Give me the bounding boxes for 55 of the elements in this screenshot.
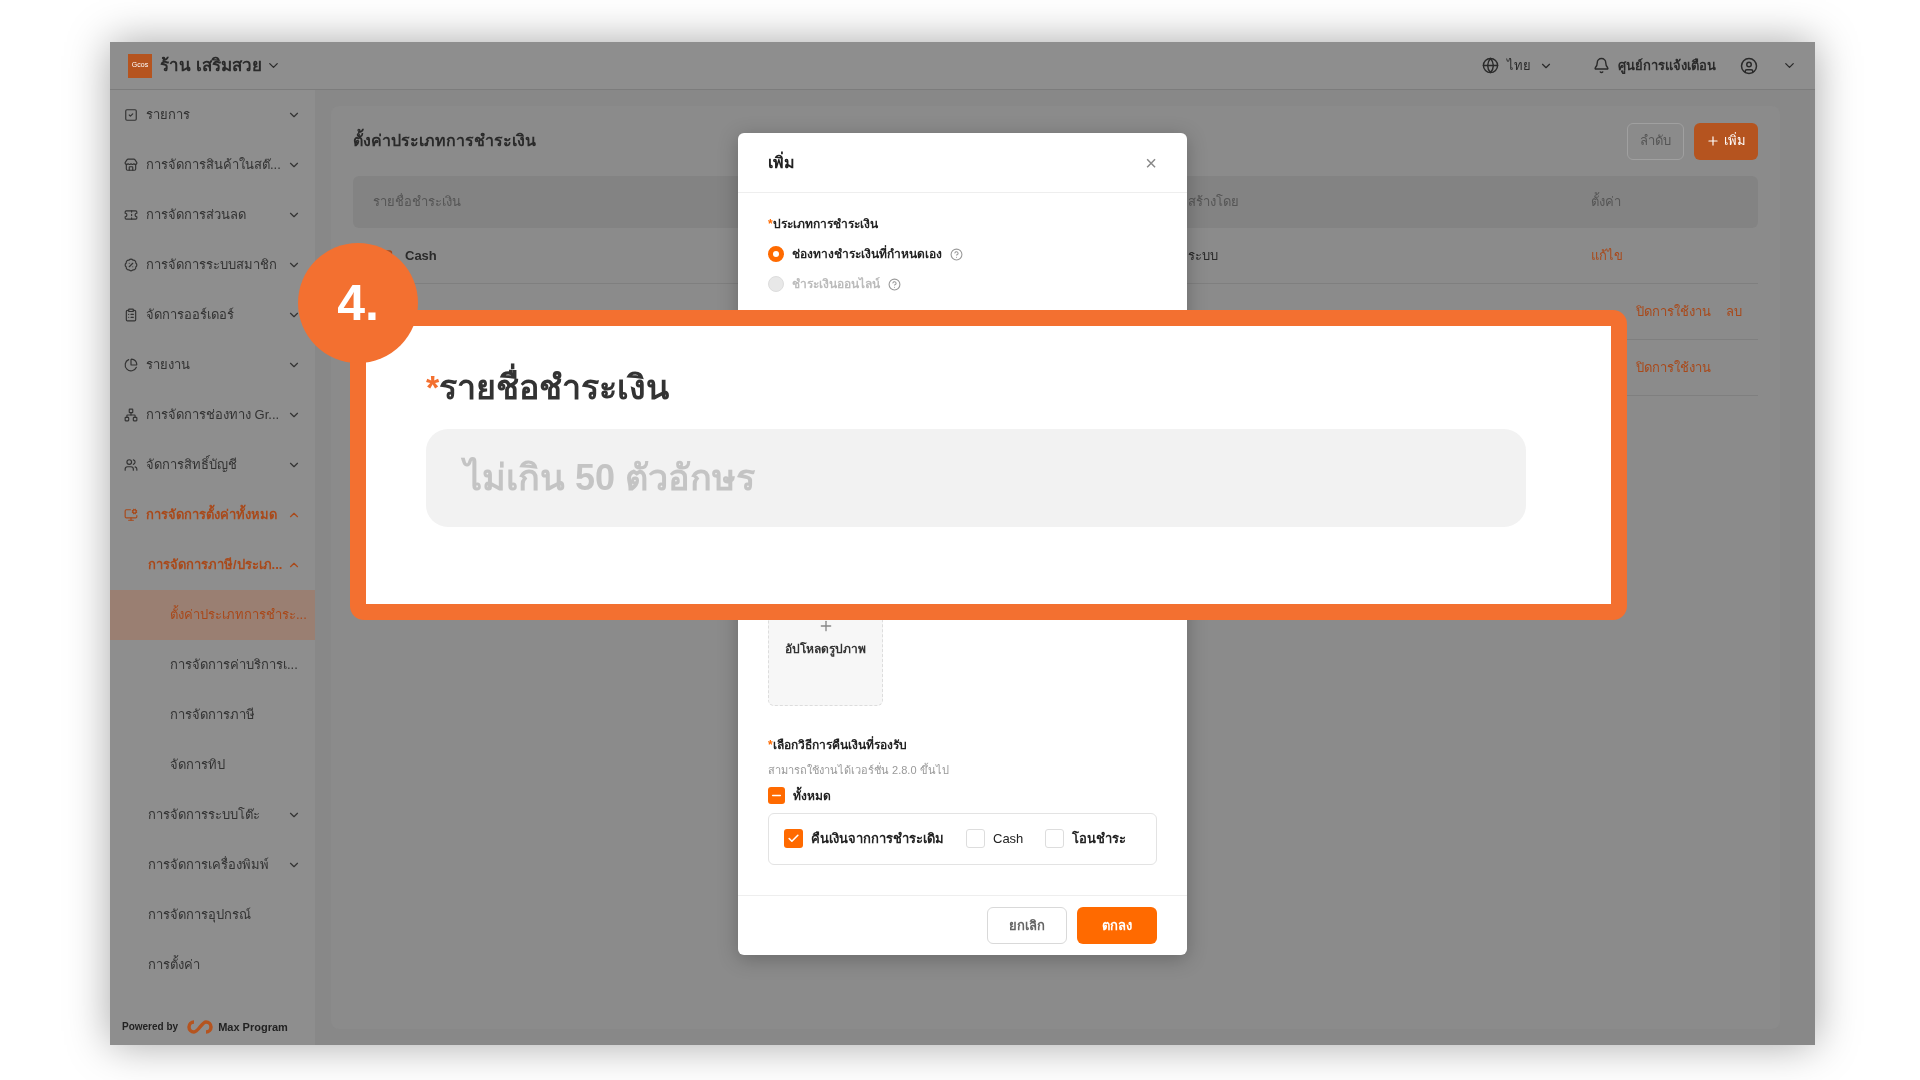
- add-button[interactable]: เพิ่ม: [1694, 122, 1758, 160]
- confirm-button[interactable]: ตกลง: [1077, 907, 1157, 944]
- notification-center-link[interactable]: ศูนย์การแจ้งเตือน: [1618, 55, 1716, 76]
- user-icon[interactable]: [1740, 56, 1758, 75]
- sidebar-item[interactable]: การจัดการช่องทาง Gr...: [110, 390, 315, 440]
- badge-percent-icon: [124, 258, 138, 272]
- close-button[interactable]: ×: [1145, 152, 1157, 173]
- checkbox[interactable]: [784, 829, 803, 848]
- pie-chart-icon: [124, 358, 138, 372]
- brand-name: Max Program: [218, 1019, 288, 1035]
- checkbox[interactable]: [966, 829, 985, 848]
- store-switcher[interactable]: ร้าน เสริมสวย: [160, 52, 281, 79]
- ticket-icon: [124, 208, 138, 222]
- sidebar-item[interactable]: รายการ: [110, 90, 315, 140]
- checkbox[interactable]: [1045, 829, 1065, 848]
- help-icon: [888, 277, 901, 291]
- table-cell: ระบบ: [1188, 247, 1218, 263]
- select-all-checkbox[interactable]: [768, 787, 785, 804]
- sidebar-item[interactable]: การจัดการระบบโต๊ะ: [110, 790, 315, 840]
- help-icon: [950, 247, 963, 261]
- modal-title: เพิ่ม: [768, 150, 796, 173]
- clipboard-icon: [124, 308, 138, 322]
- radio-label: ช่องทางชำระเงินที่กำหนดเอง: [792, 245, 942, 263]
- sidebar-item[interactable]: จัดการสิทธิ์บัญชี: [110, 440, 315, 490]
- globe-icon: [1482, 57, 1499, 74]
- store-icon: [124, 158, 138, 172]
- plus-icon: [1706, 134, 1720, 148]
- list-icon: [124, 108, 138, 122]
- radio-label: ชำระเงินออนไลน์: [792, 276, 880, 293]
- sidebar-item[interactable]: การจัดการอุปกรณ์: [110, 890, 315, 940]
- cancel-button[interactable]: ยกเลิก: [987, 907, 1067, 944]
- check-icon: [787, 832, 800, 845]
- language-switcher[interactable]: ไทย: [1507, 55, 1553, 76]
- brand-logo-icon: [186, 1018, 215, 1035]
- users-icon: [124, 458, 138, 472]
- field-label: *เลือกวิธีการคืนเงินที่รองรับ: [768, 736, 908, 754]
- sidebar-item[interactable]: จัดการทิป: [110, 740, 315, 790]
- bell-icon: [1593, 57, 1610, 74]
- monitor-icon: [124, 508, 138, 522]
- callout-field-label: *รายชื่อชำระเงิน: [426, 362, 1551, 413]
- radio-button[interactable]: [768, 246, 784, 262]
- field-hint: สามารถใช้งานได้เวอร์ชั่น 2.8.0 ขึ้นไป: [768, 762, 950, 778]
- powered-by-text: Powered by: [122, 1020, 179, 1035]
- checkbox-label: Cash: [993, 829, 1024, 848]
- sidebar-item[interactable]: การตั้งค่า: [110, 940, 315, 990]
- sidebar-item[interactable]: การจัดการส่วนลด: [110, 190, 315, 240]
- checkbox-label: ทั้งหมด: [793, 786, 831, 805]
- checkbox-label: คืนเงินจากการชำระเดิม: [811, 829, 944, 848]
- sidebar-item[interactable]: การจัดการเครื่องพิมพ์: [110, 840, 315, 890]
- checkbox-label: โอนชำระ: [1072, 829, 1127, 848]
- network-icon: [124, 408, 138, 422]
- sidebar-item[interactable]: การจัดการค่าบริการเ...: [110, 640, 315, 690]
- sidebar-item[interactable]: การจัดการภาษี: [110, 690, 315, 740]
- field-label: *ประเภทการชำระเงิน: [768, 216, 879, 233]
- sidebar-item[interactable]: การจัดการสินค้าในสต๊...: [110, 140, 315, 190]
